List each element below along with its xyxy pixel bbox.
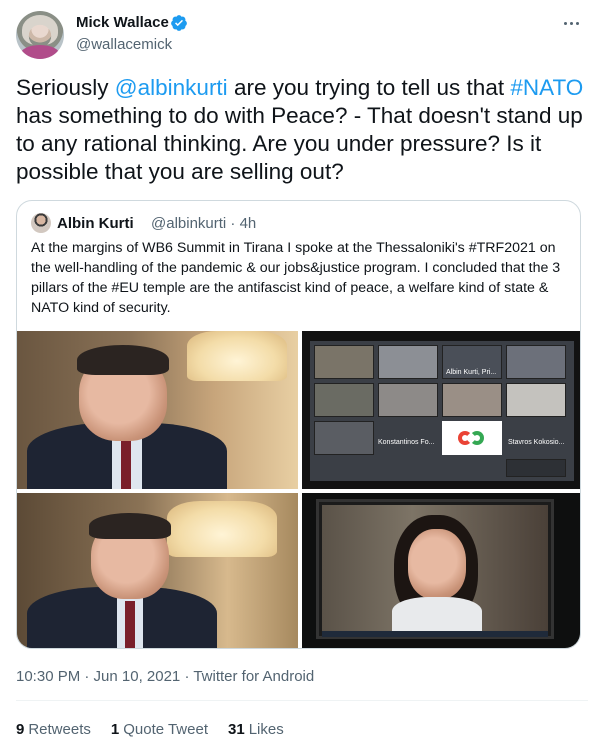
retweets-label: Retweets bbox=[28, 721, 91, 738]
retweets-count: 9 bbox=[16, 721, 25, 738]
video-label: Albin Kurti, Pri... bbox=[446, 369, 497, 376]
quote-tweets-stat[interactable]: 1 Quote Tweet bbox=[111, 721, 208, 738]
tweet-text-segment: are you trying to tell us that bbox=[227, 75, 511, 100]
mention-link[interactable]: @albinkurti bbox=[115, 75, 228, 100]
more-icon[interactable] bbox=[560, 12, 582, 34]
timestamp[interactable]: 10:30 PM · Jun 10, 2021 · Twitter for An… bbox=[16, 668, 314, 685]
tweet: Mick Wallace @wallacemick Seriously @alb… bbox=[0, 0, 604, 756]
engagement-stats: 9 Retweets 1 Quote Tweet 31 Likes bbox=[16, 721, 284, 738]
author-avatar[interactable] bbox=[16, 11, 64, 59]
media-grid: Albin Kurti, Pri... Konstantinos Fo... S… bbox=[17, 331, 580, 648]
quoted-tweet[interactable]: Albin Kurti @albinkurti · 4h At the marg… bbox=[16, 200, 581, 649]
tweet-text-segment: Seriously bbox=[16, 75, 115, 100]
quoted-author-meta: @albinkurti · 4h bbox=[151, 215, 257, 232]
divider bbox=[16, 700, 588, 701]
likes-count: 31 bbox=[228, 721, 245, 738]
media-photo-3[interactable] bbox=[17, 493, 298, 648]
likes-label: Likes bbox=[248, 721, 284, 738]
hashtag-link[interactable]: #NATO bbox=[510, 75, 583, 100]
quotes-label: Quote Tweet bbox=[123, 721, 208, 738]
quoted-avatar bbox=[31, 213, 51, 233]
verified-icon bbox=[171, 15, 187, 31]
tweet-text: Seriously @albinkurti are you trying to … bbox=[16, 74, 590, 186]
quoted-author-name: Albin Kurti bbox=[57, 215, 134, 232]
likes-stat[interactable]: 31 Likes bbox=[228, 721, 284, 738]
media-photo-2[interactable]: Albin Kurti, Pri... Konstantinos Fo... S… bbox=[302, 331, 580, 489]
tweet-text-segment: has something to do with Peace? - That d… bbox=[16, 103, 583, 184]
video-label: Stavros Kokosio... bbox=[508, 439, 565, 446]
author-name[interactable]: Mick Wallace bbox=[76, 14, 169, 31]
retweets-stat[interactable]: 9 Retweets bbox=[16, 721, 91, 738]
media-photo-1[interactable] bbox=[17, 331, 298, 489]
video-label: Konstantinos Fo... bbox=[378, 439, 435, 446]
media-photo-4[interactable] bbox=[302, 493, 580, 648]
quoted-text: At the margins of WB6 Summit in Tirana I… bbox=[31, 240, 561, 316]
author-handle[interactable]: @wallacemick bbox=[76, 36, 172, 53]
quotes-count: 1 bbox=[110, 721, 120, 738]
